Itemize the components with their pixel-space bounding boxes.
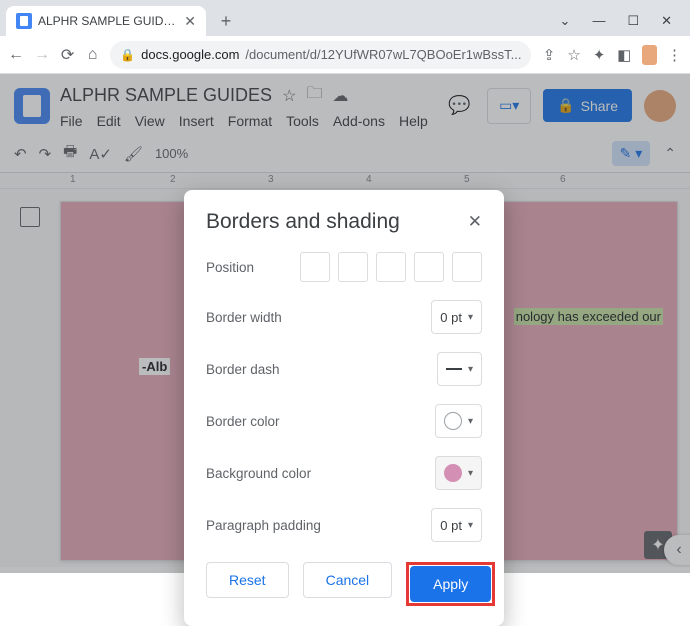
- address-bar: ← → ⟳ ⌂ 🔒 docs.google.com /document/d/12…: [0, 36, 690, 74]
- position-row: Position: [206, 252, 482, 282]
- paragraph-padding-row: Paragraph padding 0 pt ▾: [206, 508, 482, 542]
- caret-down-icon: ▾: [468, 364, 473, 375]
- caret-down-icon: ▾: [468, 416, 473, 427]
- browser-tab[interactable]: ALPHR SAMPLE GUIDES - Googl ✕: [6, 6, 206, 36]
- tab-title: ALPHR SAMPLE GUIDES - Googl: [38, 14, 178, 28]
- background-color-dropdown[interactable]: ▾: [435, 456, 482, 490]
- border-dash-label: Border dash: [206, 362, 280, 377]
- paragraph-padding-dropdown[interactable]: 0 pt ▾: [431, 508, 482, 542]
- lock-icon: 🔒: [120, 48, 135, 62]
- close-tab-icon[interactable]: ✕: [184, 13, 196, 30]
- border-width-label: Border width: [206, 310, 282, 325]
- border-bottom-icon[interactable]: [338, 252, 368, 282]
- paragraph-padding-label: Paragraph padding: [206, 518, 321, 533]
- close-dialog-icon[interactable]: ✕: [468, 212, 482, 232]
- browser-chrome: ALPHR SAMPLE GUIDES - Googl ✕ + ⌄ — ☐ ✕ …: [0, 0, 690, 74]
- border-right-icon[interactable]: [414, 252, 444, 282]
- reset-button[interactable]: Reset: [206, 562, 289, 598]
- reload-icon[interactable]: ⟳: [60, 45, 75, 65]
- url-field[interactable]: 🔒 docs.google.com /document/d/12YUfWR07w…: [110, 41, 531, 69]
- sidepanel-icon[interactable]: ◧: [617, 46, 632, 64]
- docs-app: ALPHR SAMPLE GUIDES ☆ 🗀 ☁ File Edit View…: [0, 74, 690, 573]
- extensions-icon[interactable]: ✦: [592, 46, 607, 64]
- border-color-dropdown[interactable]: ▾: [435, 404, 482, 438]
- border-between-icon[interactable]: [452, 252, 482, 282]
- forward-icon: →: [34, 46, 50, 64]
- apply-label: Apply: [433, 576, 468, 592]
- solid-line-icon: [446, 368, 462, 370]
- border-top-icon[interactable]: [300, 252, 330, 282]
- url-path: /document/d/12YUfWR07wL7QBOoEr1wBssT...: [245, 47, 521, 62]
- border-width-row: Border width 0 pt ▾: [206, 300, 482, 334]
- border-width-value: 0 pt: [440, 310, 462, 325]
- share-page-icon[interactable]: ⇪: [541, 46, 556, 64]
- window-controls: ⌄ — ☐ ✕: [560, 13, 690, 29]
- close-window-icon[interactable]: ✕: [661, 13, 672, 29]
- star-icon[interactable]: ☆: [567, 46, 582, 64]
- kebab-menu-icon[interactable]: ⋮: [667, 46, 682, 64]
- apply-highlight: Apply: [406, 562, 495, 606]
- border-color-row: Border color ▾: [206, 404, 482, 438]
- dialog-actions: Reset Cancel Apply: [206, 562, 482, 606]
- new-tab-button[interactable]: +: [212, 7, 240, 35]
- borders-shading-dialog: Borders and shading ✕ Position Border wi…: [184, 190, 504, 626]
- paragraph-padding-value: 0 pt: [440, 518, 462, 533]
- color-swatch-none-icon: [444, 412, 462, 430]
- docs-favicon-icon: [16, 13, 32, 29]
- background-color-label: Background color: [206, 466, 311, 481]
- url-host: docs.google.com: [141, 47, 239, 62]
- minimize-icon[interactable]: —: [592, 13, 605, 29]
- caret-down-icon: ▾: [468, 312, 473, 323]
- cancel-label: Cancel: [326, 572, 370, 588]
- border-width-dropdown[interactable]: 0 pt ▾: [431, 300, 482, 334]
- apply-button[interactable]: Apply: [410, 566, 491, 602]
- cancel-button[interactable]: Cancel: [303, 562, 393, 598]
- caret-down-icon: ▾: [468, 468, 473, 479]
- border-dash-dropdown[interactable]: ▾: [437, 352, 482, 386]
- maximize-icon[interactable]: ☐: [627, 13, 639, 29]
- profile-avatar-icon[interactable]: [642, 45, 657, 65]
- color-swatch-icon: [444, 464, 462, 482]
- border-dash-row: Border dash ▾: [206, 352, 482, 386]
- dialog-title: Borders and shading: [206, 210, 400, 234]
- tab-strip: ALPHR SAMPLE GUIDES - Googl ✕ + ⌄ — ☐ ✕: [0, 0, 690, 36]
- border-color-label: Border color: [206, 414, 280, 429]
- back-icon[interactable]: ←: [8, 46, 24, 64]
- home-icon[interactable]: ⌂: [85, 46, 100, 64]
- caret-down-icon: ▾: [468, 520, 473, 531]
- chevron-down-icon[interactable]: ⌄: [560, 13, 571, 29]
- position-label: Position: [206, 260, 254, 275]
- border-left-icon[interactable]: [376, 252, 406, 282]
- background-color-row: Background color ▾: [206, 456, 482, 490]
- position-options: [300, 252, 482, 282]
- reset-label: Reset: [229, 572, 266, 588]
